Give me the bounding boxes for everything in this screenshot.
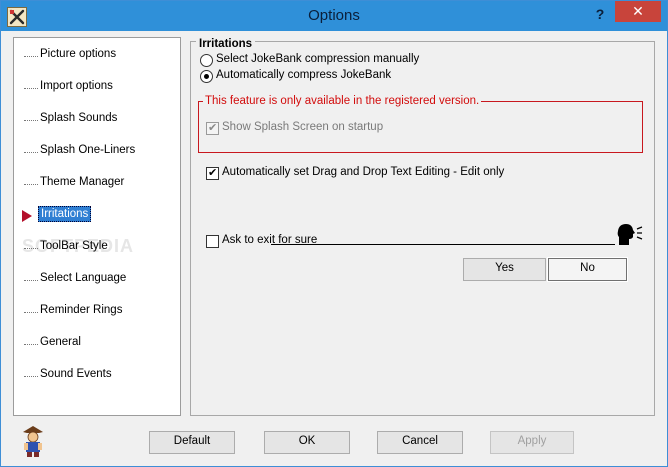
apply-button[interactable]: Apply bbox=[490, 431, 574, 454]
close-icon[interactable]: ✕ bbox=[615, 1, 661, 22]
nav-item-label: Irritations bbox=[38, 206, 92, 222]
ok-button[interactable]: OK bbox=[264, 431, 350, 454]
nav-item-picture-options[interactable]: Picture options bbox=[14, 46, 180, 66]
radio-button[interactable] bbox=[200, 70, 213, 83]
nav-item-import-options[interactable]: Import options bbox=[14, 78, 180, 98]
speaker-head-icon bbox=[615, 221, 643, 247]
radio-button[interactable] bbox=[200, 54, 213, 67]
nav-item-splash-one-liners[interactable]: Splash One-Liners bbox=[14, 142, 180, 162]
radio-label: Select JokeBank compression manually bbox=[216, 53, 420, 65]
nav-item-label: General bbox=[40, 336, 81, 348]
tree-line bbox=[24, 88, 38, 89]
nav-item-toolbar-style[interactable]: ToolBar Style bbox=[14, 238, 180, 258]
nav-item-select-language[interactable]: Select Language bbox=[14, 270, 180, 290]
jester-mascot-icon bbox=[19, 424, 47, 458]
options-window: Options ? ✕ SOFTPEDIA Picture options Im… bbox=[0, 0, 668, 467]
no-button[interactable]: No bbox=[547, 257, 628, 282]
nav-item-label: Sound Events bbox=[40, 368, 112, 380]
cancel-button[interactable]: Cancel bbox=[377, 431, 463, 454]
tree-line bbox=[24, 56, 38, 57]
nav-item-reminder-rings[interactable]: Reminder Rings bbox=[14, 302, 180, 322]
nav-item-label: Reminder Rings bbox=[40, 304, 123, 316]
dialog-body: SOFTPEDIA Picture options Import options… bbox=[1, 31, 667, 466]
nav-item-label: Picture options bbox=[40, 48, 117, 60]
nav-item-irritations[interactable]: Irritations bbox=[14, 206, 180, 226]
options-category-tree[interactable]: SOFTPEDIA Picture options Import options… bbox=[13, 37, 181, 416]
nav-item-general[interactable]: General bbox=[14, 334, 180, 354]
nav-item-theme-manager[interactable]: Theme Manager bbox=[14, 174, 180, 194]
tree-line bbox=[24, 120, 38, 121]
window-title: Options bbox=[308, 7, 360, 24]
nav-item-sound-events[interactable]: Sound Events bbox=[14, 366, 180, 386]
checkbox[interactable] bbox=[206, 235, 219, 248]
pointer-arrow-icon bbox=[22, 210, 32, 222]
help-icon[interactable]: ? bbox=[589, 4, 611, 26]
nav-item-label: ToolBar Style bbox=[40, 240, 108, 252]
tree-line bbox=[24, 184, 38, 185]
registered-only-notice: This feature is only available in the re… bbox=[203, 95, 482, 107]
divider bbox=[271, 244, 615, 245]
radio-label: Automatically compress JokeBank bbox=[216, 69, 392, 81]
tree-line bbox=[24, 280, 38, 281]
tree-line bbox=[24, 312, 38, 313]
nav-item-splash-sounds[interactable]: Splash Sounds bbox=[14, 110, 180, 130]
default-button[interactable]: Default bbox=[149, 431, 235, 454]
nav-item-label: Splash One-Liners bbox=[40, 144, 136, 156]
tree-line bbox=[24, 376, 38, 377]
tree-line bbox=[24, 152, 38, 153]
nav-item-label: Select Language bbox=[40, 272, 127, 284]
tree-line bbox=[24, 248, 38, 249]
checkbox[interactable] bbox=[206, 166, 219, 180]
checkbox-label: Automatically set Drag and Drop Text Edi… bbox=[222, 166, 505, 178]
tree-line bbox=[24, 344, 38, 345]
checkbox-label: Show Splash Screen on startup bbox=[222, 121, 384, 133]
yes-button[interactable]: Yes bbox=[463, 258, 546, 281]
checkbox bbox=[206, 121, 219, 135]
title-bar[interactable]: Options ? ✕ bbox=[1, 1, 667, 31]
nav-item-label: Theme Manager bbox=[40, 176, 125, 188]
nav-item-label: Splash Sounds bbox=[40, 112, 118, 124]
irritations-group-title: Irritations bbox=[196, 38, 256, 50]
nav-item-label: Import options bbox=[40, 80, 113, 92]
